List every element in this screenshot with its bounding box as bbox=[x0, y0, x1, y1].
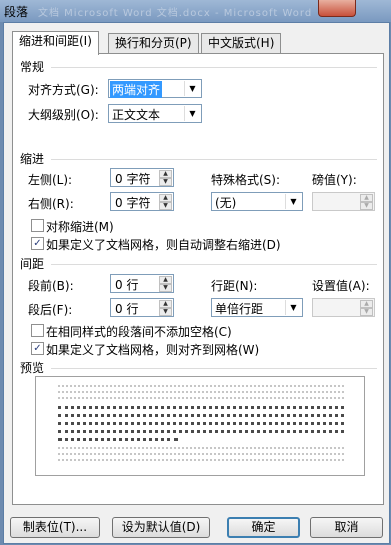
chevron-up-icon[interactable]: ▲ bbox=[360, 194, 373, 202]
section-divider bbox=[51, 368, 377, 369]
paragraph-dialog: 缩进和间距(I) 换行和分页(P) 中文版式(H) 常规 对齐方式(G): 两端… bbox=[3, 22, 390, 544]
preview-sample-line bbox=[58, 430, 344, 433]
dialog-title: 段落 bbox=[4, 5, 29, 19]
indent-left-label: 左侧(L): bbox=[28, 173, 73, 187]
auto-adjust-indent-label: 如果定义了文档网格，则自动调整右缩进(D) bbox=[46, 238, 281, 252]
tab-asian-typography[interactable]: 中文版式(H) bbox=[201, 33, 282, 54]
snap-to-grid-checkbox[interactable]: ✓ bbox=[31, 342, 44, 355]
chevron-down-icon[interactable]: ▼ bbox=[159, 178, 172, 186]
preview-sample-line bbox=[58, 422, 344, 425]
tab-panel: 常规 对齐方式(G): 两端对齐 ▼ 大纲级别(O): 正文文本 ▼ 缩进 左侧… bbox=[12, 53, 384, 505]
space-before-label: 段前(B): bbox=[28, 279, 74, 293]
ok-button[interactable]: 确定 bbox=[227, 517, 300, 538]
section-divider bbox=[51, 67, 377, 68]
outline-level-label: 大纲级别(O): bbox=[28, 108, 99, 122]
section-divider bbox=[51, 264, 377, 265]
chevron-up-icon[interactable]: ▲ bbox=[159, 276, 172, 284]
indent-right-spinner[interactable]: 0 字符 ▲ ▼ bbox=[110, 192, 174, 211]
preview-previous-line bbox=[58, 385, 344, 387]
chevron-down-icon[interactable]: ▼ bbox=[360, 308, 373, 316]
indent-by-label: 磅值(Y): bbox=[312, 173, 357, 187]
indent-right-value: 0 字符 bbox=[115, 196, 151, 210]
paragraph-preview bbox=[35, 376, 365, 476]
snap-to-grid-label: 如果定义了文档网格，则对齐到网格(W) bbox=[46, 343, 260, 357]
indent-by-spinner[interactable]: ▲ ▼ bbox=[312, 192, 375, 211]
preview-previous-line bbox=[58, 397, 344, 399]
alignment-label: 对齐方式(G): bbox=[28, 83, 99, 97]
cancel-button[interactable]: 取消 bbox=[310, 517, 383, 538]
chevron-down-icon[interactable]: ▼ bbox=[285, 194, 301, 209]
outline-level-select[interactable]: 正文文本 ▼ bbox=[108, 104, 202, 123]
outline-level-value: 正文文本 bbox=[112, 108, 161, 122]
space-before-value: 0 行 bbox=[115, 278, 139, 292]
chevron-up-icon[interactable]: ▲ bbox=[360, 300, 373, 308]
tab-line-page-breaks[interactable]: 换行和分页(P) bbox=[108, 33, 199, 54]
line-spacing-at-label: 设置值(A): bbox=[312, 279, 370, 293]
preview-sample-line bbox=[58, 438, 178, 441]
line-spacing-value: 单倍行距 bbox=[215, 302, 264, 316]
chevron-down-icon[interactable]: ▼ bbox=[159, 284, 172, 292]
tabs-button[interactable]: 制表位(T)... bbox=[10, 517, 100, 538]
section-indent-title: 缩进 bbox=[20, 152, 45, 166]
indent-left-value: 0 字符 bbox=[115, 172, 151, 186]
preview-previous-line bbox=[58, 391, 344, 393]
preview-next-line bbox=[58, 447, 344, 449]
chevron-down-icon[interactable]: ▼ bbox=[159, 202, 172, 210]
mirror-indents-label: 对称缩进(M) bbox=[46, 220, 114, 234]
indent-left-spinner[interactable]: 0 字符 ▲ ▼ bbox=[110, 168, 174, 187]
line-spacing-select[interactable]: 单倍行距 ▼ bbox=[211, 298, 303, 317]
preview-next-line bbox=[58, 453, 344, 455]
special-indent-select[interactable]: (无) ▼ bbox=[211, 192, 303, 211]
preview-next-line bbox=[58, 459, 344, 461]
chevron-down-icon[interactable]: ▼ bbox=[285, 300, 301, 315]
auto-adjust-indent-checkbox[interactable]: ✓ bbox=[31, 237, 44, 250]
close-button[interactable] bbox=[318, 0, 356, 17]
space-after-label: 段后(F): bbox=[28, 303, 73, 317]
chevron-down-icon[interactable]: ▼ bbox=[159, 308, 172, 316]
indent-right-label: 右侧(R): bbox=[28, 197, 74, 211]
no-space-same-style-checkbox[interactable] bbox=[31, 324, 44, 337]
alignment-select[interactable]: 两端对齐 ▼ bbox=[108, 79, 202, 98]
line-spacing-label: 行距(N): bbox=[211, 279, 258, 293]
section-divider bbox=[51, 159, 377, 160]
background-window-caption: 文档 Microsoft Word 文档.docx - Microsoft Wo… bbox=[38, 8, 313, 19]
mirror-indents-checkbox[interactable] bbox=[31, 219, 44, 232]
chevron-up-icon[interactable]: ▲ bbox=[159, 194, 172, 202]
title-bar: 段落 文档 Microsoft Word 文档.docx - Microsoft… bbox=[0, 0, 391, 22]
chevron-down-icon[interactable]: ▼ bbox=[360, 202, 373, 210]
set-as-default-button[interactable]: 设为默认值(D) bbox=[112, 517, 210, 538]
alignment-value: 两端对齐 bbox=[110, 81, 163, 98]
space-after-value: 0 行 bbox=[115, 302, 139, 316]
tab-indents-spacing[interactable]: 缩进和间距(I) bbox=[12, 31, 99, 55]
line-spacing-at-spinner[interactable]: ▲ ▼ bbox=[312, 298, 375, 317]
preview-sample-line bbox=[58, 414, 344, 417]
special-indent-value: (无) bbox=[215, 196, 237, 210]
section-spacing-title: 间距 bbox=[20, 257, 45, 271]
checkmark-icon: ✓ bbox=[33, 238, 42, 249]
space-before-spinner[interactable]: 0 行 ▲ ▼ bbox=[110, 274, 174, 293]
preview-sample-line bbox=[58, 406, 344, 409]
section-general-title: 常规 bbox=[20, 60, 45, 74]
section-preview-title: 预览 bbox=[20, 361, 45, 375]
special-indent-label: 特殊格式(S): bbox=[211, 173, 281, 187]
chevron-down-icon[interactable]: ▼ bbox=[184, 106, 200, 121]
chevron-down-icon[interactable]: ▼ bbox=[184, 81, 200, 96]
chevron-up-icon[interactable]: ▲ bbox=[159, 170, 172, 178]
checkmark-icon: ✓ bbox=[33, 343, 42, 354]
chevron-up-icon[interactable]: ▲ bbox=[159, 300, 172, 308]
no-space-same-style-label: 在相同样式的段落间不添加空格(C) bbox=[46, 325, 232, 339]
space-after-spinner[interactable]: 0 行 ▲ ▼ bbox=[110, 298, 174, 317]
